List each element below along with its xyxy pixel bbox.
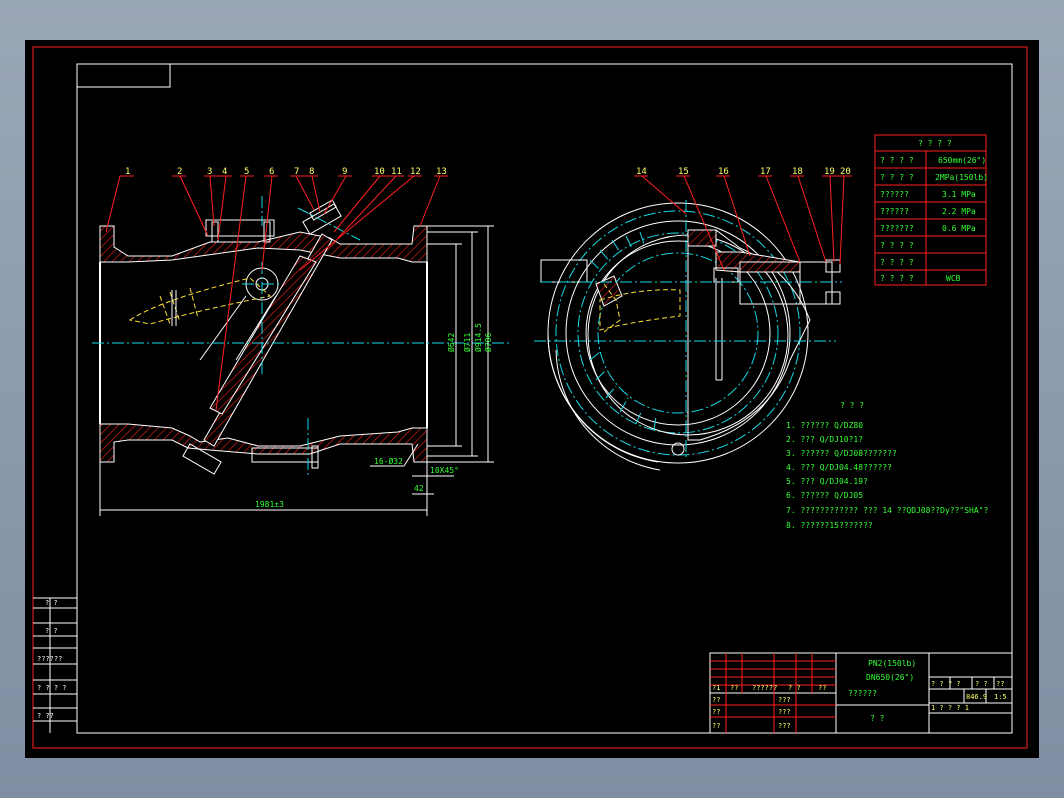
balloon-11: 11 (391, 167, 402, 177)
left-row-1: ?? (712, 696, 720, 704)
balloon-5: 5 (244, 167, 249, 177)
balloon-7: 7 (294, 167, 299, 177)
note-6: 6. ?????? Q/DJ05 (786, 491, 863, 500)
mid-cell-3: ??? (778, 722, 791, 730)
title-qty-label: ? ? (975, 680, 988, 688)
note-3: 3. ?????? Q/DJ08??????? (786, 449, 897, 458)
spec-label-6: ? ? ? ? (880, 241, 914, 250)
balloon-20: 20 (840, 167, 851, 177)
balloon-2: 2 (177, 167, 182, 177)
note-7: 7. ???????????? ??? 14 ??QDJ08??Dy??"SHA… (786, 506, 988, 515)
balloon-10: 10 (374, 167, 385, 177)
note-2: 2. ??? Q/DJ10?1? (786, 435, 863, 444)
strip-text-4: ? ? ? ? (37, 684, 67, 692)
spec-label-3: ?????? (880, 190, 909, 199)
title-sheet-row: 1 ? ? ? 1 (931, 704, 969, 712)
dim-gap: 42 (414, 484, 424, 493)
balloon-16: 16 (718, 167, 729, 177)
title-weight: 846.9 (966, 693, 987, 701)
spec-label-1: ? ? ? ? (880, 156, 914, 165)
rev-cell-2: ?? (730, 684, 738, 692)
drawing-canvas: ? ? ? ? ?????? ? ? ? ? ? ?? Ø642 Ø711 Ø9… (25, 40, 1039, 758)
spec-value-8: WCB (946, 274, 961, 283)
title-spec-size: DN650(26") (866, 673, 914, 682)
balloon-8: 8 (309, 167, 314, 177)
balloon-3: 3 (207, 167, 212, 177)
dim-dia-mid: Ø711 (462, 333, 472, 352)
paper-background (25, 40, 1039, 758)
title-drawing-name: ?????? (848, 689, 877, 698)
notes-title: ? ? ? (840, 401, 864, 410)
spec-value-1: 650mm(26") (938, 156, 986, 165)
spec-label-2: ? ? ? ? (880, 173, 914, 182)
left-row-3: ?? (712, 722, 720, 730)
balloon-12: 12 (410, 167, 421, 177)
mid-cell-2: ??? (778, 708, 791, 716)
balloon-9: 9 (342, 167, 347, 177)
spec-title: ? ? ? ? (918, 139, 952, 148)
dim-dia-inner: Ø642 (446, 333, 456, 352)
strip-text-1: ? ? (45, 599, 58, 607)
balloon-1: 1 (125, 167, 130, 177)
rev-cell-5: ?? (818, 684, 826, 692)
mid-cell-1: ??? (778, 696, 791, 704)
spec-label-5: ??????? (880, 224, 914, 233)
balloon-18: 18 (792, 167, 803, 177)
title-qty: ?? (996, 680, 1004, 688)
strip-text-5: ? ?? (37, 712, 54, 720)
balloon-4: 4 (222, 167, 227, 177)
title-spec-pressure: PN2(150lb) (868, 659, 916, 668)
dim-dia-flange: Ø786 (483, 333, 493, 352)
spec-label-7: ? ? ? ? (880, 258, 914, 267)
rev-cell-4: ? ? (788, 684, 801, 692)
note-8: 8. ??????15??????? (786, 521, 873, 530)
balloon-19: 19 (824, 167, 835, 177)
note-4: 4. ??? Q/DJ04.48?????? (786, 463, 892, 472)
balloon-15: 15 (678, 167, 689, 177)
dim-bolt-holes: 16-Ø32 (374, 456, 403, 466)
dim-overall-length: 1981±3 (255, 500, 284, 509)
balloon-6: 6 (269, 167, 274, 177)
balloon-13: 13 (436, 167, 447, 177)
rev-cell-3: ?????? (752, 684, 777, 692)
dim-dia-outer: Ø914.5 (473, 323, 483, 352)
spec-value-5: 0.6 MPa (942, 224, 976, 233)
dim-chamfer: 10X45° (430, 466, 459, 475)
spec-value-4: 2.2 MPa (942, 207, 976, 216)
strip-text-2: ? ? (45, 627, 58, 635)
rev-cell-1: ?1 (712, 684, 720, 692)
cad-viewport: ? ? ? ? ?????? ? ? ? ? ? ?? Ø642 Ø711 Ø9… (0, 0, 1064, 798)
spec-label-4: ?????? (880, 207, 909, 216)
strip-text-3: ?????? (37, 655, 62, 663)
spec-value-2: 2MPa(150lb) (935, 173, 988, 182)
left-row-2: ?? (712, 708, 720, 716)
balloon-17: 17 (760, 167, 771, 177)
spec-label-8: ? ? ? ? (880, 274, 914, 283)
title-scale-label: ? ? ? ? (931, 680, 961, 688)
note-1: 1. ?????? Q/DZ80 (786, 421, 863, 430)
note-5: 5. ??? Q/DJ04.19? (786, 477, 868, 486)
title-scale: 1:5 (994, 693, 1007, 701)
spec-value-3: 3.1 MPa (942, 190, 976, 199)
balloon-14: 14 (636, 167, 647, 177)
title-company: ? ? (870, 714, 885, 723)
